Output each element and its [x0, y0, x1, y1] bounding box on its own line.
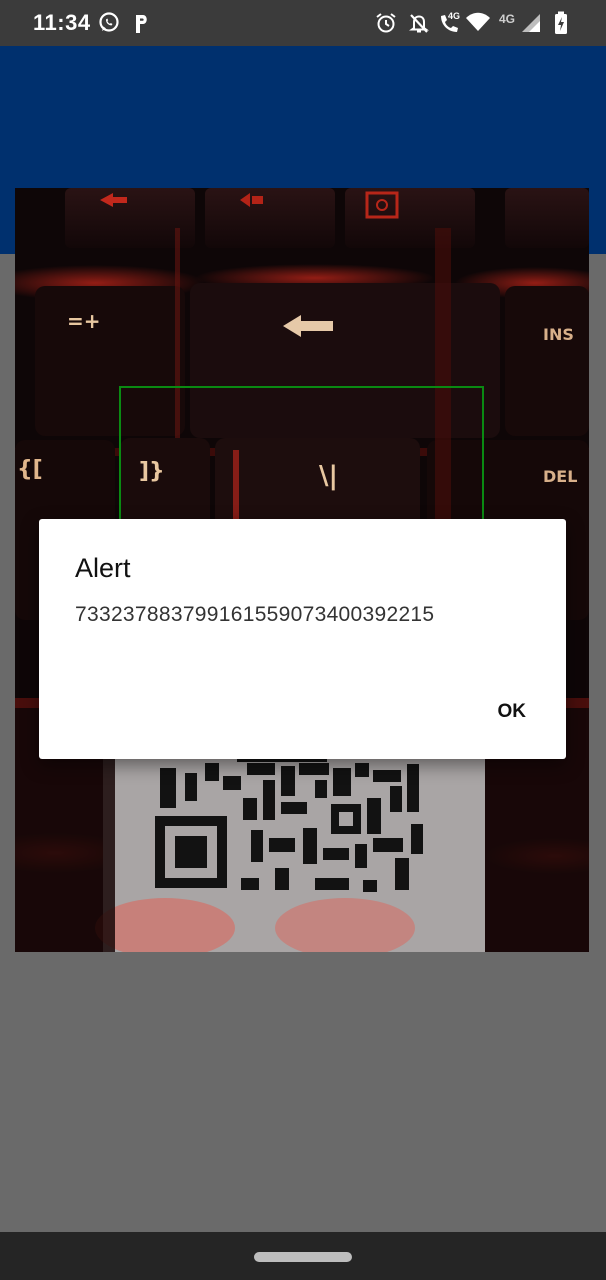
network-4g-label: 4G: [448, 11, 461, 21]
alert-title: Alert: [75, 553, 131, 583]
wifi-icon: [466, 12, 490, 31]
network-4g-label-2: 4G: [499, 12, 516, 26]
key-brace-left: {[: [17, 457, 43, 482]
alert-message: 73323788379916155907340039221​5: [75, 603, 435, 626]
whatsapp-icon: [99, 12, 119, 32]
key-equals-plus: =+: [67, 309, 101, 333]
parking-p-icon: [136, 15, 147, 33]
notifications-off-icon: [409, 14, 429, 33]
ok-button[interactable]: OK: [498, 701, 527, 723]
status-bar: 11:34 4G 4G: [0, 0, 606, 46]
alert-dialog: Alert 73323788379916155907340039221​5 OK: [39, 519, 566, 759]
home-gesture-pill[interactable]: [254, 1252, 352, 1262]
key-ins: INS: [543, 325, 574, 344]
alarm-icon: [376, 13, 396, 33]
battery-charging-icon: [555, 11, 567, 34]
navigation-bar: [0, 1232, 606, 1280]
key-del: DEL: [543, 467, 577, 486]
screen: 11:34 4G 4G =+ INS {[]} \| DEL Alert 73…: [0, 0, 606, 1280]
cell-signal-icon: [522, 14, 540, 32]
status-time: 11:34: [33, 10, 91, 35]
